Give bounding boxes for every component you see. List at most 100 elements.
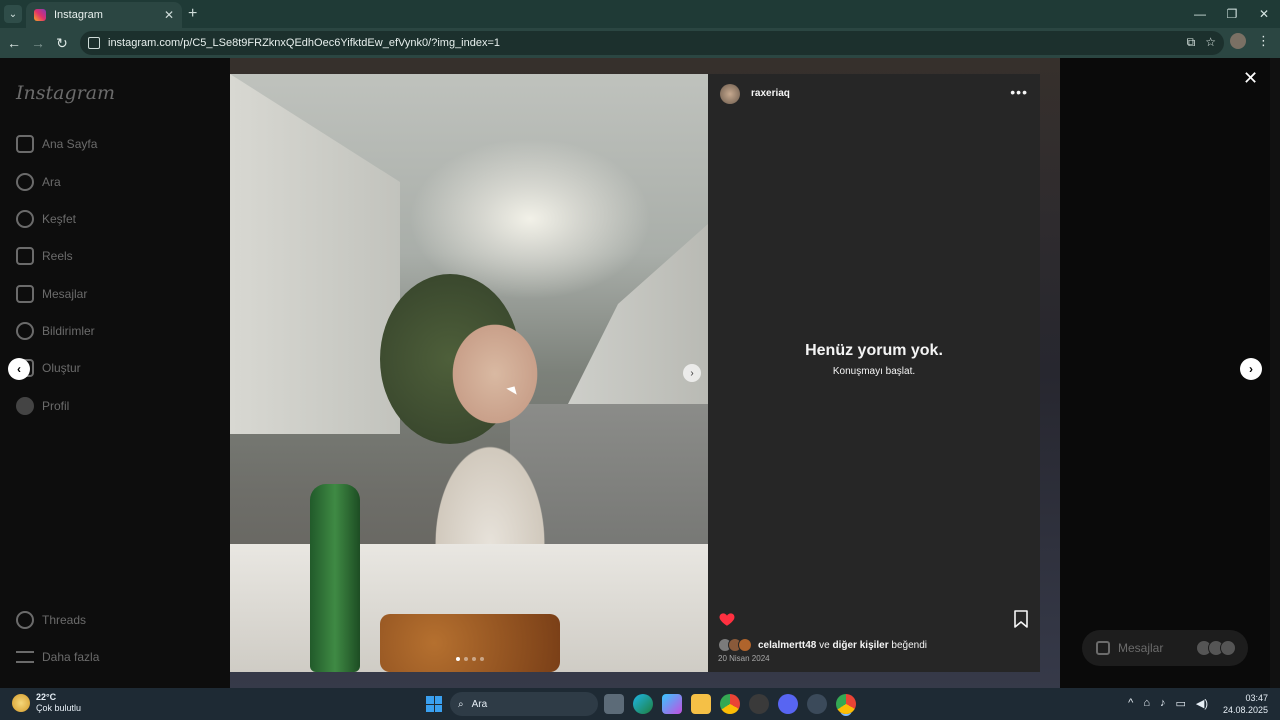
close-window-button[interactable]: ✕	[1248, 0, 1280, 28]
heart-icon	[16, 322, 34, 340]
sidebar-item-more[interactable]: Daha fazla	[16, 645, 99, 669]
next-post-button[interactable]: ›	[1240, 358, 1262, 380]
clock-date: 24.08.2025	[1222, 705, 1268, 715]
windows-taskbar: 22°C Çok bulutlu ⌕ Ara ^ ⌂ ♪ ▭ ◀) 03:47 …	[0, 688, 1280, 720]
browser-menu-icon[interactable]: ⋮	[1257, 33, 1270, 49]
instagram-sidebar: Instagram Ana Sayfa Ara Keşfet Reels Mes…	[0, 58, 230, 688]
page-scrollbar[interactable]	[1270, 58, 1280, 688]
address-bar[interactable]: instagram.com/p/C5_LSe8t9FRZknxQEdhOec6Y…	[80, 31, 1224, 55]
explore-icon	[16, 210, 34, 228]
sidebar-item-label: Threads	[42, 613, 87, 627]
post-date[interactable]: 20 Nisan 2024	[718, 654, 770, 663]
system-tray: ^ ⌂ ♪ ▭ ◀)	[1128, 697, 1208, 710]
liker-avatars[interactable]	[718, 638, 752, 652]
tab-title: Instagram	[54, 9, 103, 21]
search-icon	[16, 173, 34, 191]
chrome-icon[interactable]	[720, 694, 740, 714]
sidebar-item-search[interactable]: Ara	[16, 170, 61, 194]
chrome-active-icon[interactable]	[836, 694, 856, 714]
search-icon: ⌕	[458, 698, 464, 710]
copilot-icon[interactable]	[662, 694, 682, 714]
photo-next-button[interactable]: ›	[683, 364, 701, 382]
browser-profile-avatar[interactable]	[1230, 33, 1246, 49]
author-username[interactable]: raxeriaq	[751, 88, 790, 99]
sidebar-item-messages[interactable]: Mesajlar	[16, 282, 87, 306]
tray-overflow-icon[interactable]: ^	[1128, 697, 1133, 710]
sidebar-item-label: Ara	[42, 175, 61, 189]
others-link[interactable]: diğer kişiler	[833, 640, 889, 651]
file-explorer-icon[interactable]	[691, 694, 711, 714]
instagram-favicon-icon	[34, 9, 46, 21]
weather-widget[interactable]: 22°C Çok bulutlu	[12, 692, 81, 714]
likes-connector: ve	[816, 639, 833, 651]
save-bookmark-icon[interactable]	[1014, 610, 1028, 628]
profile-avatar	[16, 397, 34, 415]
browser-tab[interactable]: Instagram ✕	[26, 2, 182, 28]
messages-icon	[16, 285, 34, 303]
steam-icon[interactable]	[807, 694, 827, 714]
weather-icon	[12, 694, 30, 712]
home-icon	[16, 135, 34, 153]
messages-pill-label: Mesajlar	[1118, 641, 1164, 655]
windows-start-icon[interactable]	[426, 696, 442, 712]
sidebar-item-label: Bildirimler	[42, 324, 95, 338]
taskbar-apps	[604, 694, 856, 714]
sidebar-item-threads[interactable]: Threads	[16, 608, 86, 632]
close-modal-icon[interactable]: ✕	[1243, 68, 1258, 89]
display-icon[interactable]: ▭	[1175, 697, 1185, 710]
tab-search-button[interactable]: ⌄	[4, 5, 22, 23]
sidebar-item-reels[interactable]: Reels	[16, 244, 73, 268]
discord-icon[interactable]	[778, 694, 798, 714]
url-text: instagram.com/p/C5_LSe8t9FRZknxQEdhOec6Y…	[108, 37, 501, 49]
window-controls: — ❐ ✕	[1184, 0, 1280, 28]
minimize-button[interactable]: —	[1184, 0, 1216, 28]
more-options-icon[interactable]: •••	[1010, 84, 1028, 100]
like-heart-icon[interactable]	[718, 610, 736, 628]
task-view-icon[interactable]	[604, 694, 624, 714]
site-info-icon[interactable]	[88, 37, 100, 49]
back-button[interactable]: ←	[4, 33, 24, 53]
new-tab-button[interactable]: +	[188, 5, 197, 23]
taskbar-clock[interactable]: 03:47 24.08.2025	[1223, 692, 1268, 716]
clock-time: 03:47	[1245, 693, 1268, 703]
post-modal: › raxeriaq ••• Henüz yorum yok. Konuşmay…	[230, 74, 1040, 672]
volume-icon[interactable]: ◀)	[1196, 697, 1208, 710]
network-icon[interactable]: ⌂	[1143, 697, 1150, 710]
weather-condition: Çok bulutlu	[36, 703, 82, 713]
sidebar-item-explore[interactable]: Keşfet	[16, 207, 76, 231]
app-icon[interactable]	[749, 694, 769, 714]
photo-food	[380, 614, 560, 672]
start-conversation-text: Konuşmayı başlat.	[832, 366, 916, 377]
omnibox-actions: ⧉ ☆	[1187, 35, 1216, 50]
forward-button[interactable]: →	[28, 33, 48, 53]
bookmark-star-icon[interactable]: ☆	[1205, 35, 1216, 50]
author-avatar[interactable]	[720, 84, 740, 104]
reload-button[interactable]: ↻	[52, 33, 72, 53]
previous-post-button[interactable]: ‹	[8, 358, 30, 380]
carousel-dots	[456, 657, 484, 661]
page-viewport: Instagram Ana Sayfa Ara Keşfet Reels Mes…	[0, 58, 1280, 688]
sidebar-item-profile[interactable]: Profil	[16, 394, 69, 418]
liker-username[interactable]: celalmertt48	[758, 640, 816, 651]
edge-icon[interactable]	[633, 694, 653, 714]
likes-suffix: beğendi	[888, 639, 928, 651]
microphone-icon[interactable]: ♪	[1160, 697, 1166, 710]
install-app-icon[interactable]: ⧉	[1187, 35, 1196, 50]
messages-pill[interactable]: Mesajlar	[1082, 630, 1248, 666]
browser-tab-strip: ⌄ Instagram ✕ + — ❐ ✕	[0, 0, 1280, 28]
likes-summary: celalmertt48 ve diğer kişiler beğendi	[718, 638, 927, 652]
restore-button[interactable]: ❐	[1216, 0, 1248, 28]
sidebar-item-label: Oluştur	[42, 361, 81, 375]
threads-icon	[16, 611, 34, 629]
no-comments-title: Henüz yorum yok.	[805, 342, 943, 359]
carousel-dot	[456, 657, 460, 661]
instagram-logo[interactable]: Instagram	[16, 82, 115, 104]
tab-close-icon[interactable]: ✕	[164, 8, 174, 22]
sidebar-item-home[interactable]: Ana Sayfa	[16, 132, 97, 156]
sidebar-item-notifications[interactable]: Bildirimler	[16, 319, 95, 343]
taskbar-search[interactable]: ⌕ Ara	[450, 692, 598, 716]
temperature: 22°C	[36, 692, 57, 702]
sidebar-item-label: Reels	[42, 249, 73, 263]
post-photo[interactable]: ›	[230, 74, 708, 672]
post-side-panel: raxeriaq ••• Henüz yorum yok. Konuşmayı …	[708, 74, 1040, 672]
